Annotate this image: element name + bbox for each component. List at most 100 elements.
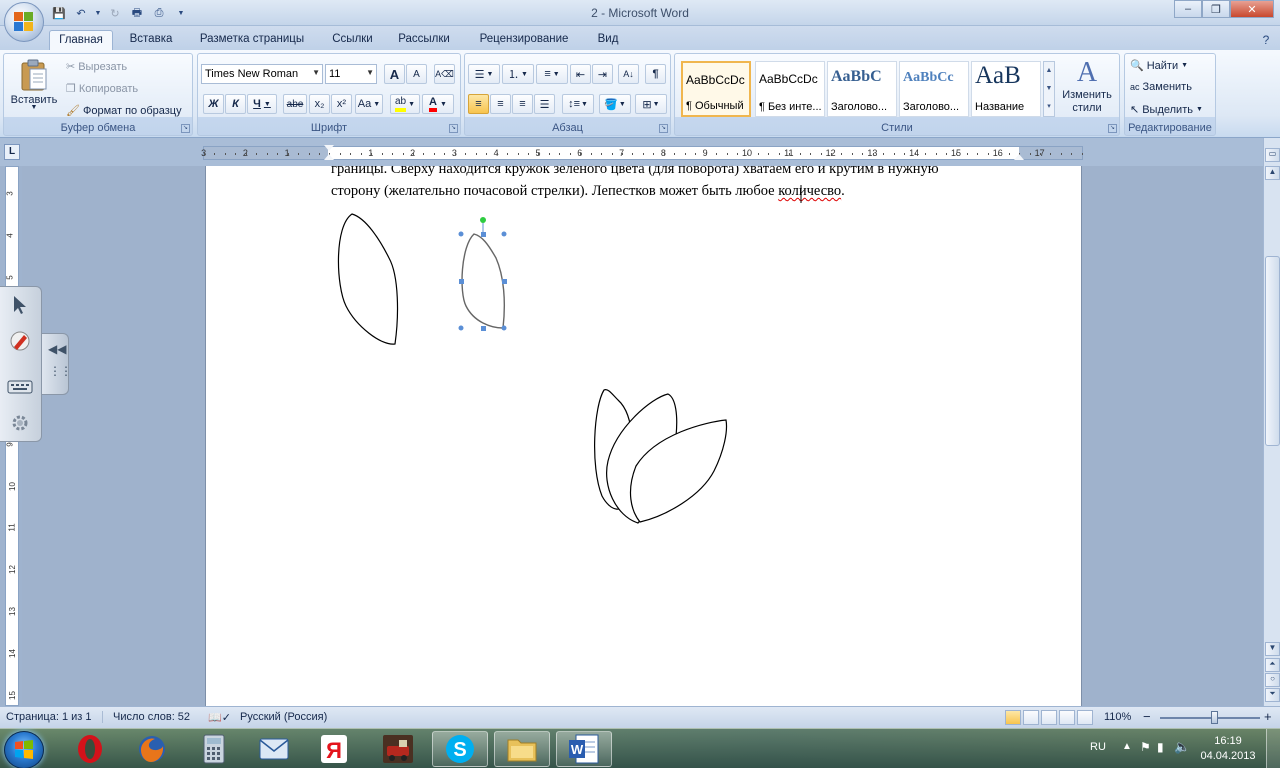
- subscript-button[interactable]: x₂: [309, 94, 330, 114]
- copy-button[interactable]: ❐ Копировать: [66, 82, 138, 96]
- underline-button[interactable]: Ч ▼: [247, 94, 277, 114]
- word-count[interactable]: Число слов: 52: [102, 711, 190, 723]
- opera-icon[interactable]: [62, 731, 118, 767]
- scroll-up-button[interactable]: ▲: [1265, 166, 1280, 180]
- petal-shape-selected[interactable]: [461, 233, 505, 329]
- start-button[interactable]: [4, 731, 44, 768]
- keyboard-icon[interactable]: [6, 373, 34, 401]
- style-normal[interactable]: AaBbCcDc ¶ Обычный: [681, 61, 751, 117]
- selection-handle[interactable]: [501, 325, 507, 331]
- styles-launcher-icon[interactable]: ↘: [1108, 124, 1117, 133]
- next-page-button[interactable]: ⏷: [1265, 688, 1280, 702]
- pen-tool-icon[interactable]: [6, 327, 34, 355]
- selection-handle[interactable]: [502, 279, 507, 284]
- selection-handle[interactable]: [501, 231, 507, 237]
- scroll-thumb[interactable]: [1265, 256, 1280, 446]
- zoom-level[interactable]: 110%: [1104, 711, 1131, 723]
- print-layout-view-icon[interactable]: [1005, 710, 1021, 725]
- clipboard-launcher-icon[interactable]: ↘: [181, 124, 190, 133]
- rotation-handle[interactable]: [480, 217, 486, 223]
- tab-references[interactable]: Ссылки: [325, 30, 380, 50]
- previous-page-button[interactable]: ⏶: [1265, 658, 1280, 672]
- selection-handle[interactable]: [481, 232, 486, 237]
- font-size-combo[interactable]: 11 ▼: [325, 64, 377, 84]
- zoom-slider-thumb[interactable]: [1211, 711, 1218, 724]
- mail-icon[interactable]: [246, 731, 302, 767]
- hanging-indent-marker[interactable]: [324, 154, 334, 160]
- ruler-toggle-icon[interactable]: ▭: [1265, 148, 1280, 162]
- game-icon[interactable]: [370, 731, 426, 767]
- shrink-font-button[interactable]: A: [406, 64, 427, 84]
- tab-view[interactable]: Вид: [590, 30, 626, 50]
- styles-scroll[interactable]: ▲ ▼ ▾: [1043, 61, 1055, 117]
- style-no-spacing[interactable]: AaBbCcDc ¶ Без инте...: [755, 61, 825, 117]
- highlight-button[interactable]: ab ▼: [390, 94, 420, 114]
- font-color-button[interactable]: A ▼: [422, 94, 454, 114]
- horizontal-ruler[interactable]: 3211234567891011121314151617: [201, 145, 1083, 160]
- tab-home[interactable]: Главная: [49, 30, 113, 50]
- close-button[interactable]: ✕: [1230, 0, 1274, 18]
- vertical-scrollbar[interactable]: ▭ ▲ ▼ ⏶ ○ ⏷: [1263, 138, 1280, 706]
- cut-button[interactable]: ✂ Вырезать: [66, 60, 127, 74]
- style-heading-2[interactable]: AaBbCc Заголово...: [899, 61, 969, 117]
- selection-handle[interactable]: [458, 325, 464, 331]
- find-button[interactable]: 🔍 Найти ▼: [1130, 59, 1188, 73]
- grow-font-button[interactable]: A: [384, 64, 405, 84]
- change-styles-button[interactable]: A Изменить стили: [1059, 58, 1115, 115]
- document-area[interactable]: границы. Сверху находится кружок зеленог…: [22, 166, 1263, 706]
- language-status[interactable]: Русский (Россия): [240, 711, 327, 723]
- firefox-icon[interactable]: [124, 731, 180, 767]
- word-icon[interactable]: W: [556, 731, 612, 767]
- paste-button[interactable]: Вставить ▼: [9, 58, 59, 111]
- zoom-out-button[interactable]: −: [1143, 709, 1151, 724]
- decrease-indent-button[interactable]: ⇤: [570, 64, 591, 84]
- select-button[interactable]: ↖ Выделить ▼: [1130, 103, 1203, 117]
- line-spacing-button[interactable]: ↕≡ ▼: [562, 94, 594, 114]
- style-title[interactable]: AaB Название: [971, 61, 1041, 117]
- zoom-slider[interactable]: [1160, 717, 1260, 719]
- scroll-down-button[interactable]: ▼: [1265, 642, 1280, 656]
- web-layout-view-icon[interactable]: [1041, 710, 1057, 725]
- browse-object-button[interactable]: ○: [1265, 673, 1280, 687]
- flower-group[interactable]: [594, 389, 728, 524]
- tab-insert[interactable]: Вставка: [122, 30, 180, 50]
- font-launcher-icon[interactable]: ↘: [449, 124, 458, 133]
- shading-button[interactable]: 🪣 ▼: [599, 94, 631, 114]
- superscript-button[interactable]: x²: [331, 94, 352, 114]
- skype-icon[interactable]: S: [432, 731, 488, 767]
- volume-icon[interactable]: 🔈: [1174, 739, 1190, 755]
- office-button[interactable]: [4, 2, 44, 42]
- calculator-icon[interactable]: [186, 731, 242, 767]
- pen-tools-tab[interactable]: ◀◀ ⋮⋮: [41, 333, 72, 395]
- font-name-combo[interactable]: Times New Roman ▼: [201, 64, 323, 84]
- align-center-button[interactable]: ≡: [490, 94, 511, 114]
- language-indicator[interactable]: RU: [1090, 741, 1106, 753]
- folder-icon[interactable]: [494, 731, 550, 767]
- bullets-button[interactable]: ☰ ▼: [468, 64, 500, 84]
- increase-indent-button[interactable]: ⇥: [592, 64, 613, 84]
- zoom-in-button[interactable]: +: [1264, 709, 1272, 724]
- full-screen-reading-view-icon[interactable]: [1023, 710, 1039, 725]
- tab-page-layout[interactable]: Разметка страницы: [193, 30, 311, 50]
- show-marks-button[interactable]: ¶: [645, 64, 666, 84]
- maximize-button[interactable]: ❐: [1202, 0, 1230, 18]
- clear-formatting-button[interactable]: A⌫: [434, 64, 455, 84]
- petal-shape-1[interactable]: [337, 213, 399, 345]
- change-case-button[interactable]: Aa ▼: [355, 94, 383, 114]
- justify-button[interactable]: ☰: [534, 94, 555, 114]
- action-center-icon[interactable]: ⚑: [1140, 740, 1151, 754]
- page-count[interactable]: Страница: 1 из 1: [6, 711, 92, 723]
- selection-handle[interactable]: [458, 231, 464, 237]
- tab-selector[interactable]: L: [4, 144, 20, 160]
- style-heading-1[interactable]: AaBbC Заголово...: [827, 61, 897, 117]
- sort-button[interactable]: A↓: [618, 64, 639, 84]
- selection-handle[interactable]: [481, 326, 486, 331]
- clock[interactable]: 16:19 04.04.2013: [1196, 734, 1260, 764]
- selection-handle[interactable]: [459, 279, 464, 284]
- pointer-tool-icon[interactable]: [6, 291, 34, 319]
- paragraph-launcher-icon[interactable]: ↘: [659, 124, 668, 133]
- multilevel-list-button[interactable]: ≡ ▼: [536, 64, 568, 84]
- minimize-button[interactable]: –: [1174, 0, 1202, 18]
- outline-view-icon[interactable]: [1059, 710, 1075, 725]
- italic-button[interactable]: К: [225, 94, 246, 114]
